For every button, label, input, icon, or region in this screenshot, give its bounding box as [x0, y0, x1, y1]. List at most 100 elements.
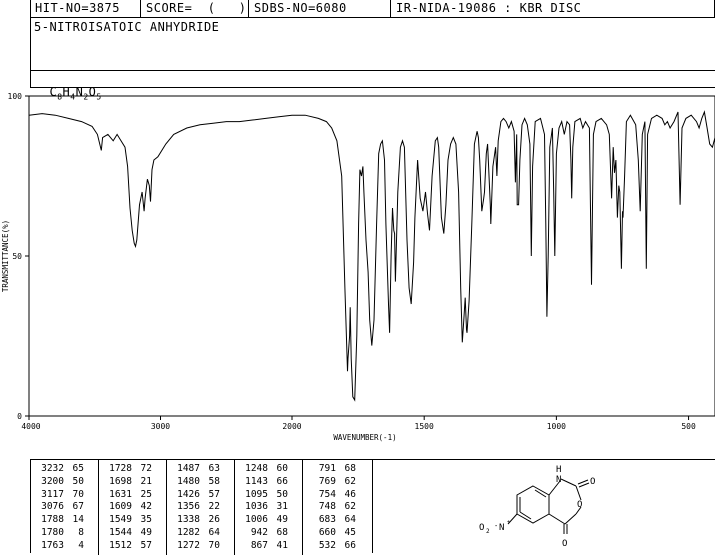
peak-wavenumber: 791 — [318, 463, 336, 474]
peak-transmittance: 50 — [72, 475, 84, 487]
y-tick-label: 100 — [8, 92, 23, 101]
spectrum-line — [28, 110, 715, 402]
peak-wavenumber: 942 — [250, 526, 268, 538]
peak-transmittance: 68 — [276, 526, 288, 538]
peak-row: 1282 64 — [170, 527, 220, 540]
peak-wavenumber: 1631 — [109, 488, 132, 500]
ir-spectrum-chart: 4000 3000 2000 1500 1000 500 100500 WAVENUMBE… — [1, 92, 715, 442]
x-tick-label: 3000 — [151, 422, 170, 431]
peak-column: 1728 72 1698 21 1631 25 1609 42 1549 35 1544 49 1512… — [102, 463, 152, 553]
peak-transmittance: 14 — [72, 514, 84, 526]
peak-wavenumber: 1338 — [177, 514, 200, 526]
peak-wavenumber: 769 — [318, 475, 336, 487]
peak-row: 3076 67 — [34, 501, 84, 514]
peak-wavenumber: 3076 — [41, 501, 64, 513]
nitro-o-label: O — [479, 523, 484, 533]
peak-row: 3232 65 — [34, 463, 84, 476]
chemical-structure: H N O O O O N 2 + - — [479, 465, 595, 549]
peak-wavenumber: 1487 — [177, 463, 200, 474]
peak-row: 1609 42 — [102, 501, 152, 514]
peak-row: 942 68 — [238, 527, 288, 540]
peak-transmittance: 57 — [208, 488, 220, 500]
peak-wavenumber: 1426 — [177, 488, 200, 500]
peak-transmittance: 67 — [72, 501, 84, 513]
peak-row: 1788 14 — [34, 514, 84, 527]
peak-transmittance: 50 — [276, 488, 288, 500]
peak-column: 1248 60 1143 66 1095 50 1036 31 1006 49 942 68 867 41 — [238, 463, 288, 553]
peak-row: 1006 49 — [238, 514, 288, 527]
nitro-charge: + — [507, 519, 511, 526]
peak-transmittance: 26 — [208, 514, 220, 526]
peak-column-divider — [234, 459, 235, 555]
peak-wavenumber: 1480 — [177, 475, 200, 487]
peak-transmittance: 25 — [140, 488, 152, 500]
peak-wavenumber: 1544 — [109, 526, 132, 538]
peak-row: 1272 70 — [170, 540, 220, 553]
peak-row: 1728 72 — [102, 463, 152, 476]
peak-transmittance: 66 — [276, 475, 288, 487]
peak-wavenumber: 748 — [318, 501, 336, 513]
peak-transmittance: 41 — [276, 539, 288, 551]
peak-row: 1338 26 — [170, 514, 220, 527]
peak-row: 1487 63 — [170, 463, 220, 476]
x-tick-label: 1000 — [547, 422, 566, 431]
peak-row: 683 64 — [306, 514, 356, 527]
peak-row: 1143 66 — [238, 476, 288, 489]
peak-transmittance: 62 — [344, 475, 356, 487]
peak-transmittance: 35 — [140, 514, 152, 526]
nh-hydrogen-label: H — [556, 465, 561, 475]
x-tick-label: 4000 — [21, 422, 40, 431]
peak-wavenumber: 1095 — [245, 488, 268, 500]
peak-wavenumber: 867 — [250, 539, 268, 551]
peak-row: 1512 57 — [102, 540, 152, 553]
peak-wavenumber: 1609 — [109, 501, 132, 513]
x-tick-label: 2000 — [282, 422, 301, 431]
peak-wavenumber: 660 — [318, 526, 336, 538]
peak-row: 1036 31 — [238, 501, 288, 514]
peak-row: 1480 58 — [170, 476, 220, 489]
peak-wavenumber: 1143 — [245, 475, 268, 487]
peak-transmittance: 21 — [140, 475, 152, 487]
nitro-dash: - — [494, 522, 498, 530]
peak-row: 748 62 — [306, 501, 356, 514]
peak-row: 1095 50 — [238, 489, 288, 502]
peak-transmittance: 4 — [78, 539, 84, 551]
peak-row: 1549 35 — [102, 514, 152, 527]
peak-row: 1698 21 — [102, 476, 152, 489]
peak-list: 3232 65 3200 50 3117 70 3076 67 1788 14 1780 8 1763 4… — [34, 459, 374, 555]
peak-transmittance: 66 — [344, 539, 356, 551]
peak-wavenumber: 3117 — [41, 488, 64, 500]
peak-row: 867 41 — [238, 540, 288, 553]
peak-row: 532 66 — [306, 540, 356, 553]
peak-transmittance: 49 — [276, 514, 288, 526]
peak-transmittance: 49 — [140, 526, 152, 538]
peak-wavenumber: 3232 — [41, 463, 64, 474]
peak-wavenumber: 1272 — [177, 539, 200, 551]
peak-transmittance: 68 — [344, 463, 356, 474]
peak-transmittance: 63 — [208, 463, 220, 474]
peak-row: 660 45 — [306, 527, 356, 540]
peak-transmittance: 8 — [78, 526, 84, 538]
peak-transmittance: 70 — [72, 488, 84, 500]
peak-column: 3232 65 3200 50 3117 70 3076 67 1788 14 1780 8 1763 4 — [34, 463, 84, 553]
peak-row: 791 68 — [306, 463, 356, 476]
peak-transmittance: 46 — [344, 488, 356, 500]
peak-wavenumber: 754 — [318, 488, 336, 500]
carbonyl-o-label: O — [590, 477, 595, 487]
lower-carbonyl-o-label: O — [562, 539, 567, 549]
peak-transmittance: 64 — [344, 514, 356, 526]
peak-row: 3200 50 — [34, 476, 84, 489]
peak-column: 1487 63 1480 58 1426 57 1356 22 1338 26 1282 64 1272… — [170, 463, 220, 553]
peak-transmittance: 57 — [140, 539, 152, 551]
peak-row: 3117 70 — [34, 489, 84, 502]
peak-transmittance: 42 — [140, 501, 152, 513]
plot-frame — [28, 95, 715, 417]
nitro-subscript: 2 — [486, 528, 490, 535]
peak-row: 1780 8 — [34, 527, 84, 540]
peak-row: 1544 49 — [102, 527, 152, 540]
peak-wavenumber: 1248 — [245, 463, 268, 474]
x-tick-label: 1500 — [415, 422, 434, 431]
peak-wavenumber: 1512 — [109, 539, 132, 551]
peak-row: 769 62 — [306, 476, 356, 489]
y-tick-label: 0 — [17, 412, 22, 421]
